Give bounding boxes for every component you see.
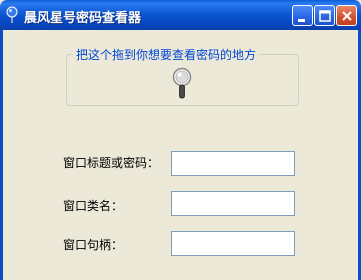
- title-bar[interactable]: 晨风星号密码查看器: [0, 0, 361, 30]
- class-name-field[interactable]: [171, 191, 295, 216]
- title-or-password-field[interactable]: [171, 151, 295, 176]
- finder-drag-handle[interactable]: [171, 66, 193, 100]
- app-window: 晨风星号密码查看器 把这个拖到你想要查看密码的地方 窗口标题或密码： 窗口类名：…: [0, 0, 361, 280]
- magnifier-icon: [172, 67, 192, 99]
- finder-group-legend: 把这个拖到你想要查看密码的地方: [73, 46, 260, 63]
- pin-icon: [5, 6, 19, 24]
- handle-label: 窗口句柄：: [63, 238, 124, 252]
- title-or-password-label: 窗口标题或密码：: [63, 156, 160, 170]
- class-name-label: 窗口类名：: [63, 199, 124, 213]
- window-frame-left: [0, 30, 3, 280]
- minimize-button[interactable]: [292, 5, 313, 26]
- handle-field[interactable]: [171, 231, 295, 256]
- close-icon: [342, 11, 352, 21]
- maximize-icon: [319, 10, 331, 22]
- close-button[interactable]: [336, 5, 357, 26]
- maximize-button[interactable]: [314, 5, 335, 26]
- minimize-icon: [298, 19, 305, 22]
- window-title: 晨风星号密码查看器: [24, 11, 142, 26]
